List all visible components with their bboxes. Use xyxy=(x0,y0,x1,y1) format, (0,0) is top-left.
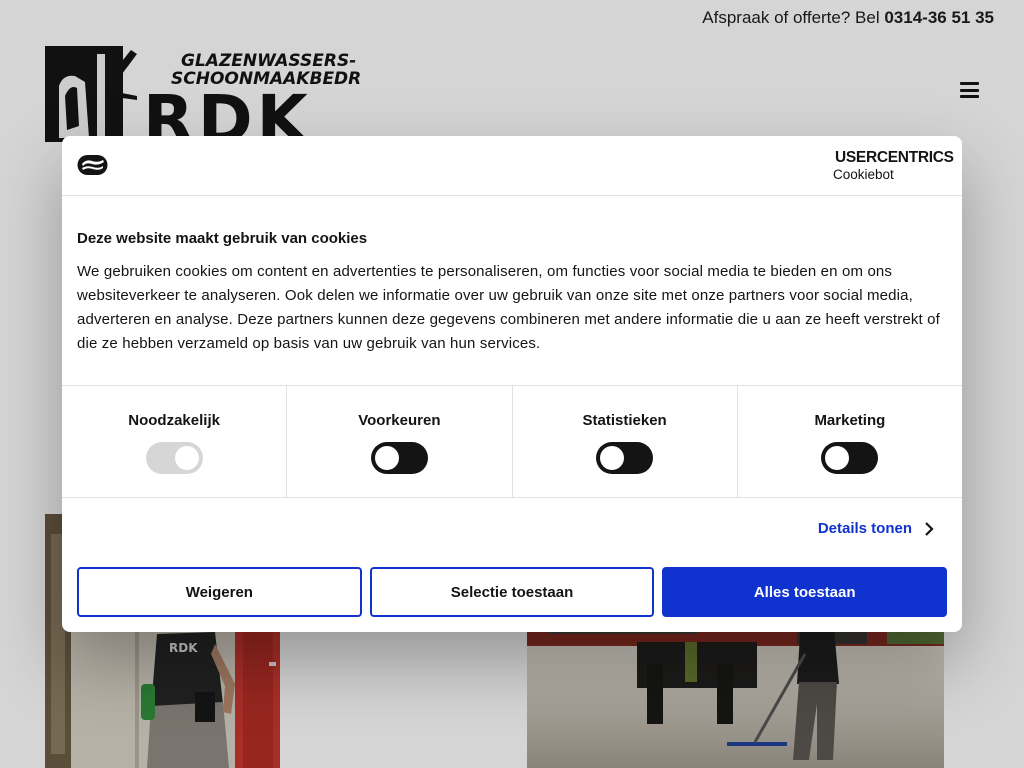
cookie-consent-dialog: USERCENTRICS Cookiebot Deze website maak… xyxy=(62,136,962,632)
dialog-title: Deze website maakt gebruik van cookies xyxy=(77,230,368,247)
provider-product: Cookiebot xyxy=(833,167,894,182)
dialog-description: We gebruiken cookies om content en adver… xyxy=(77,263,940,352)
toggle-necessary xyxy=(145,442,203,474)
cookie-logo-icon xyxy=(77,155,108,175)
category-statistics: Statistieken xyxy=(513,386,738,497)
provider-name: USERCENTRICS xyxy=(835,149,954,166)
show-details-link[interactable]: Details tonen xyxy=(818,520,934,537)
dialog-header: USERCENTRICS Cookiebot xyxy=(62,136,962,196)
dialog-buttons: Weigeren Selectie toestaan Alles toestaa… xyxy=(77,567,948,617)
show-details-label: Details tonen xyxy=(817,520,912,537)
category-label-statistics: Statistieken xyxy=(582,412,667,429)
toggle-statistics[interactable] xyxy=(596,442,654,474)
category-marketing: Marketing xyxy=(738,386,962,497)
deny-button[interactable]: Weigeren xyxy=(77,567,362,617)
usercentrics-cookiebot-logo[interactable]: USERCENTRICS Cookiebot xyxy=(833,150,954,183)
dialog-body: Deze website maakt gebruik van cookies W… xyxy=(77,230,947,356)
category-preferences: Voorkeuren xyxy=(287,386,513,497)
toggle-marketing[interactable] xyxy=(821,442,879,474)
toggle-preferences[interactable] xyxy=(370,442,428,474)
consent-categories: Noodzakelijk Voorkeuren Statistieken Mar… xyxy=(62,385,962,498)
category-label-necessary: Noodzakelijk xyxy=(128,412,220,429)
category-necessary: Noodzakelijk xyxy=(62,386,288,497)
category-label-preferences: Voorkeuren xyxy=(358,412,441,429)
chevron-right-icon xyxy=(925,521,934,536)
category-label-marketing: Marketing xyxy=(814,412,886,429)
allow-selection-button[interactable]: Selectie toestaan xyxy=(369,567,655,617)
allow-all-button[interactable]: Alles toestaan xyxy=(662,567,948,617)
